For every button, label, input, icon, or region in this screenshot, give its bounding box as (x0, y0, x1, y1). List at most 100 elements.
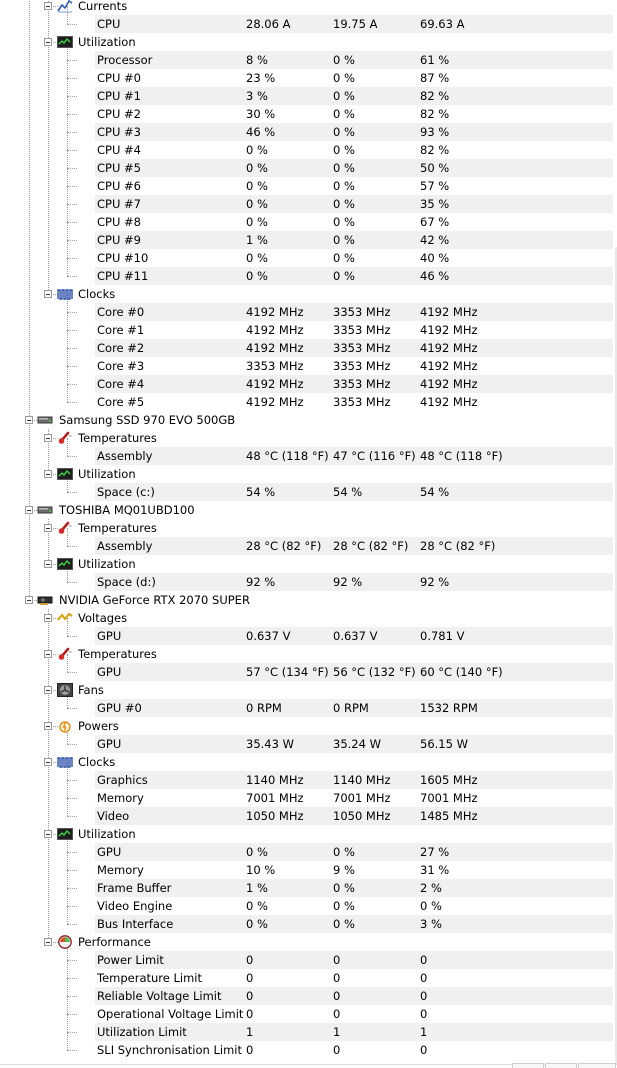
tree-node-category[interactable]: Temperatures (0, 645, 617, 663)
sensor-row[interactable]: Utilization Limit 1 1 1 (0, 1023, 617, 1041)
value-min: 0 % (333, 71, 355, 85)
sensor-row[interactable]: CPU #9 1 % 0 % 42 % (0, 231, 617, 249)
sensor-row[interactable]: GPU 57 °C (134 °F) 56 °C (132 °F) 60 °C (14… (0, 663, 617, 681)
sensor-row[interactable]: GPU 35.43 W 35.24 W 56.15 W (0, 735, 617, 753)
sensor-row[interactable]: Core #1 4192 MHz 3353 MHz 4192 MHz (0, 321, 617, 339)
value-current: 1 % (246, 881, 268, 895)
tree-node-category[interactable]: Currents (0, 0, 617, 15)
sensor-row[interactable]: Core #5 4192 MHz 3353 MHz 4192 MHz (0, 393, 617, 411)
sensor-row[interactable]: Graphics 1140 MHz 1140 MHz 1605 MHz (0, 771, 617, 789)
value-current: 28.06 A (246, 17, 291, 31)
sensor-row[interactable]: CPU #2 30 % 0 % 82 % (0, 105, 617, 123)
tree-node-category[interactable]: Powers (0, 717, 617, 735)
collapse-toggle[interactable] (44, 290, 52, 298)
value-min: 0 (333, 989, 341, 1003)
sensor-row[interactable]: GPU 0.637 V 0.637 V 0.781 V (0, 627, 617, 645)
sensor-row[interactable]: CPU #10 0 % 0 % 40 % (0, 249, 617, 267)
collapse-toggle[interactable] (44, 2, 52, 10)
sensor-row[interactable]: CPU #0 23 % 0 % 87 % (0, 69, 617, 87)
sensor-row[interactable]: Processor 8 % 0 % 61 % (0, 51, 617, 69)
tree-connector (67, 708, 77, 709)
sensor-row[interactable]: Reliable Voltage Limit 0 0 0 (0, 987, 617, 1005)
tree-node-category[interactable]: Utilization (0, 465, 617, 483)
tree-node-hardware[interactable]: NVIDIA GeForce RTX 2070 SUPER (0, 591, 617, 609)
value-max: 42 % (420, 233, 450, 247)
sensor-name: GPU (97, 629, 122, 643)
value-min: 3353 MHz (333, 395, 391, 409)
collapse-toggle[interactable] (25, 416, 33, 424)
tree-node-category[interactable]: Utilization (0, 555, 617, 573)
tree-node-category[interactable]: Utilization (0, 33, 617, 51)
sensor-row[interactable]: Bus Interface 0 % 0 % 3 % (0, 915, 617, 933)
sensor-row[interactable]: Assembly 28 °C (82 °F) 28 °C (82 °F) 28 °C … (0, 537, 617, 555)
value-max: 48 °C (118 °F) (420, 449, 503, 463)
tree-connector (67, 402, 77, 403)
collapse-toggle[interactable] (44, 686, 52, 694)
tree-node-category[interactable]: Temperatures (0, 429, 617, 447)
value-max: 4192 MHz (420, 377, 478, 391)
collapse-toggle[interactable] (25, 596, 33, 604)
value-current: 1 (246, 1025, 254, 1039)
value-max: 0.781 V (420, 629, 465, 643)
sensor-row[interactable]: CPU #8 0 % 0 % 67 % (0, 213, 617, 231)
collapse-toggle[interactable] (44, 938, 52, 946)
sensor-row[interactable]: CPU #5 0 % 0 % 50 % (0, 159, 617, 177)
sensor-row[interactable]: Core #4 4192 MHz 3353 MHz 4192 MHz (0, 375, 617, 393)
sensor-name: GPU (97, 665, 122, 679)
tree-node-hardware[interactable]: Samsung SSD 970 EVO 500GB (0, 411, 617, 429)
tree-node-category[interactable]: Clocks (0, 753, 617, 771)
sensor-row[interactable]: Video Engine 0 % 0 % 0 % (0, 897, 617, 915)
sensor-row[interactable]: Core #2 4192 MHz 3353 MHz 4192 MHz (0, 339, 617, 357)
value-min: 35.24 W (333, 737, 381, 751)
sensor-row[interactable]: Core #0 4192 MHz 3353 MHz 4192 MHz (0, 303, 617, 321)
clock-icon (57, 755, 73, 769)
tree-node-category[interactable]: Temperatures (0, 519, 617, 537)
sensor-row[interactable]: Memory 10 % 9 % 31 % (0, 861, 617, 879)
sensor-row[interactable]: Temperature Limit 0 0 0 (0, 969, 617, 987)
tree-node-category[interactable]: Clocks (0, 285, 617, 303)
tree-connector (67, 276, 77, 277)
sensor-row[interactable]: CPU #6 0 % 0 % 57 % (0, 177, 617, 195)
tree-node-category[interactable]: Fans (0, 681, 617, 699)
sensor-row[interactable]: Space (d:) 92 % 92 % 92 % (0, 573, 617, 591)
collapse-toggle[interactable] (44, 722, 52, 730)
value-min: 47 °C (116 °F) (333, 449, 416, 463)
sensor-row[interactable]: Core #3 3353 MHz 3353 MHz 4192 MHz (0, 357, 617, 375)
collapse-toggle[interactable] (44, 560, 52, 568)
value-max: 0 (420, 1007, 428, 1021)
sensor-row[interactable]: GPU #0 0 RPM 0 RPM 1532 RPM (0, 699, 617, 717)
value-max: 61 % (420, 53, 450, 67)
sensor-row[interactable]: Space (c:) 54 % 54 % 54 % (0, 483, 617, 501)
sensor-row[interactable]: SLI Synchronisation Limit 0 0 0 (0, 1041, 617, 1059)
sensor-row[interactable]: Video 1050 MHz 1050 MHz 1485 MHz (0, 807, 617, 825)
collapse-toggle[interactable] (44, 38, 52, 46)
sensor-row[interactable]: CPU #3 46 % 0 % 93 % (0, 123, 617, 141)
collapse-toggle[interactable] (44, 758, 52, 766)
collapse-toggle[interactable] (25, 506, 33, 514)
sensor-row[interactable]: CPU #4 0 % 0 % 82 % (0, 141, 617, 159)
tree-node-category[interactable]: Performance (0, 933, 617, 951)
sensor-row[interactable]: Frame Buffer 1 % 0 % 2 % (0, 879, 617, 897)
tree-node-category[interactable]: Voltages (0, 609, 617, 627)
collapse-toggle[interactable] (44, 434, 52, 442)
sensor-row[interactable]: Memory 7001 MHz 7001 MHz 7001 MHz (0, 789, 617, 807)
value-max: 87 % (420, 71, 450, 85)
sensor-row[interactable]: Assembly 48 °C (118 °F) 47 °C (116 °F) 48 °… (0, 447, 617, 465)
collapse-toggle[interactable] (44, 830, 52, 838)
collapse-toggle[interactable] (44, 524, 52, 532)
collapse-toggle[interactable] (44, 650, 52, 658)
sensor-row[interactable]: GPU 0 % 0 % 27 % (0, 843, 617, 861)
sensor-row[interactable]: Operational Voltage Limit 0 0 0 (0, 1005, 617, 1023)
sensor-row[interactable]: CPU #7 0 % 0 % 35 % (0, 195, 617, 213)
sensor-row[interactable]: CPU #1 3 % 0 % 82 % (0, 87, 617, 105)
tree-connector (67, 78, 77, 79)
collapse-toggle[interactable] (44, 470, 52, 478)
node-label: Utilization (78, 557, 136, 571)
sensor-row[interactable]: CPU 28.06 A 19.75 A 69.63 A (0, 15, 617, 33)
tree-node-hardware[interactable]: TOSHIBA MQ01UBD100 (0, 501, 617, 519)
sensor-row[interactable]: Power Limit 0 0 0 (0, 951, 617, 969)
collapse-toggle[interactable] (44, 614, 52, 622)
sensor-row[interactable]: CPU #11 0 % 0 % 46 % (0, 267, 617, 285)
value-max: 82 % (420, 143, 450, 157)
tree-node-category[interactable]: Utilization (0, 825, 617, 843)
